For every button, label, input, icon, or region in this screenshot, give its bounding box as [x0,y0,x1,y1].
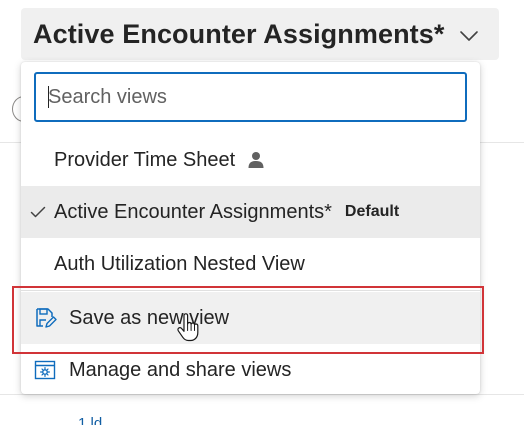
checkmark-icon [21,205,54,219]
menu-divider [21,290,480,291]
current-view-title: Active Encounter Assignments* [33,18,445,49]
search-views-field[interactable] [34,72,467,122]
save-as-new-view-button[interactable]: Save as new view [21,292,480,344]
view-item-active-encounter-assignments[interactable]: Active Encounter Assignments* Default [21,186,480,238]
view-item-label: Active Encounter Assignments* [54,200,332,223]
save-as-new-view-label: Save as new view [69,306,230,329]
search-views-input[interactable] [48,74,465,120]
view-dropdown-menu: Provider Time Sheet Active Encounter Ass… [21,62,480,394]
view-selector-screen: 1 ld Active Encounter Assignments* Provi… [0,0,524,425]
view-switcher-button[interactable]: Active Encounter Assignments* [21,8,499,60]
manage-views-icon [21,358,69,382]
person-icon [247,151,265,169]
view-item-auth-utilization-nested-view[interactable]: Auth Utilization Nested View [21,238,480,290]
background-link-fragment[interactable]: 1 ld [78,415,102,425]
default-badge: Default [344,203,400,220]
view-item-provider-time-sheet[interactable]: Provider Time Sheet [21,134,480,186]
text-caret [48,86,49,108]
chevron-down-icon [459,30,479,42]
view-item-label: Provider Time Sheet [54,148,236,171]
manage-and-share-views-label: Manage and share views [69,358,292,381]
save-edit-icon [21,306,69,330]
manage-and-share-views-button[interactable]: Manage and share views [21,344,480,396]
view-item-label: Auth Utilization Nested View [54,252,305,275]
